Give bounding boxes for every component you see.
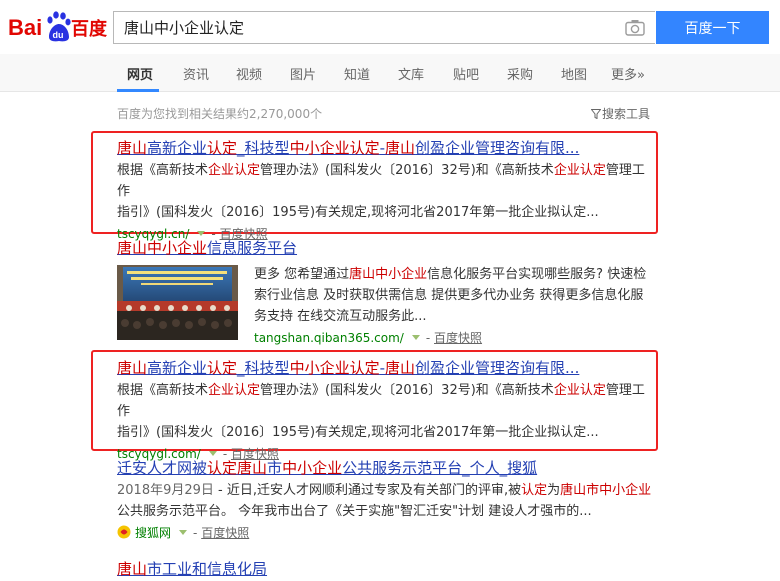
sohu-icon — [117, 525, 131, 539]
svg-text:Bai: Bai — [8, 15, 42, 40]
dropdown-arrow-icon[interactable] — [197, 231, 206, 236]
search-tools-button[interactable]: 搜索工具 — [591, 105, 650, 122]
result-title-link[interactable]: 唐山中小企业信息服务平台 — [117, 238, 657, 258]
result-title-link[interactable]: 唐山高新企业认定_科技型中小企业认定-唐山创盈企业管理咨询有限... — [117, 358, 657, 378]
tab-video[interactable]: 视频 — [236, 64, 262, 83]
tab-webpage[interactable]: 网页 — [127, 64, 153, 83]
result-title-link[interactable]: 迁安人才网被认定唐山市中小企业公共服务示范平台_个人_搜狐 — [117, 458, 657, 478]
vertical-tabs: 网页 资讯 视频 图片 知道 文库 贴吧 采购 地图 更多» — [0, 54, 780, 92]
tab-map[interactable]: 地图 — [561, 64, 587, 83]
result-count: 百度为您找到相关结果约2,270,000个 — [117, 107, 323, 121]
dropdown-arrow-icon[interactable] — [208, 451, 217, 456]
svg-text:百度: 百度 — [71, 18, 108, 40]
header: Bai du 百度 百度一下 — [0, 0, 780, 54]
baidu-logo[interactable]: Bai du 百度 — [8, 9, 108, 43]
tab-procurement[interactable]: 采购 — [507, 64, 533, 83]
result-date: 2018年9月29日 — [117, 483, 214, 498]
search-input[interactable] — [114, 12, 614, 43]
search-box — [113, 11, 655, 44]
snapshot-link[interactable]: 百度快照 — [434, 331, 482, 345]
result-abstract: 2018年9月29日 - 近日,迁安人才网顺利通过专家及有关部门的评审,被认定为… — [117, 483, 652, 519]
tab-news[interactable]: 资讯 — [183, 64, 209, 83]
result-source: tangshan.qiban365.com/- 百度快照 — [254, 331, 483, 345]
dropdown-arrow-icon[interactable] — [411, 335, 420, 340]
dropdown-arrow-icon[interactable] — [179, 530, 188, 535]
search-result: 迁安人才网被认定唐山市中小企业公共服务示范平台_个人_搜狐 2018年9月29日… — [117, 458, 657, 542]
result-title-link[interactable]: 唐山高新企业认定_科技型中小企业认定-唐山创盈企业管理咨询有限... — [117, 138, 657, 158]
result-source: 搜狐网 - 百度快照 — [117, 524, 657, 542]
search-result: 唐山高新企业认定_科技型中小企业认定-唐山创盈企业管理咨询有限... 根据《高新… — [117, 138, 657, 243]
tab-zhidao[interactable]: 知道 — [344, 64, 370, 83]
result-abstract-with-image: 更多 您希望通过唐山中小企业信息化服务平台实现哪些服务? 快速检索行业信息 及时… — [254, 262, 654, 347]
svg-text:du: du — [53, 30, 64, 40]
result-abstract: 根据《高新技术企业认定管理办法》(国科发火〔2016〕32号)和《高新技术企业认… — [117, 383, 645, 440]
search-result: 唐山市工业和信息化局 — [117, 559, 657, 579]
result-url[interactable]: tangshan.qiban365.com/ — [254, 331, 404, 345]
tab-images[interactable]: 图片 — [290, 64, 316, 83]
search-tools-label: 搜索工具 — [602, 107, 651, 121]
active-tab-indicator — [117, 89, 159, 92]
search-button[interactable]: 百度一下 — [656, 11, 769, 44]
filter-icon — [591, 109, 601, 119]
tab-more[interactable]: 更多» — [611, 64, 645, 83]
snapshot-link[interactable]: 百度快照 — [201, 526, 249, 540]
result-abstract: 根据《高新技术企业认定管理办法》(国科发火〔2016〕32号)和《高新技术企业认… — [117, 163, 645, 220]
result-source-name[interactable]: 搜狐网 — [135, 526, 171, 540]
result-thumbnail[interactable] — [117, 265, 238, 340]
search-result: 唐山中小企业信息服务平台 — [117, 238, 657, 258]
camera-icon[interactable] — [625, 19, 645, 36]
tab-tieba[interactable]: 贴吧 — [453, 64, 479, 83]
search-result: 唐山高新企业认定_科技型中小企业认定-唐山创盈企业管理咨询有限... 根据《高新… — [117, 358, 657, 463]
result-title-link[interactable]: 唐山市工业和信息化局 — [117, 559, 657, 579]
tab-wenku[interactable]: 文库 — [398, 64, 424, 83]
